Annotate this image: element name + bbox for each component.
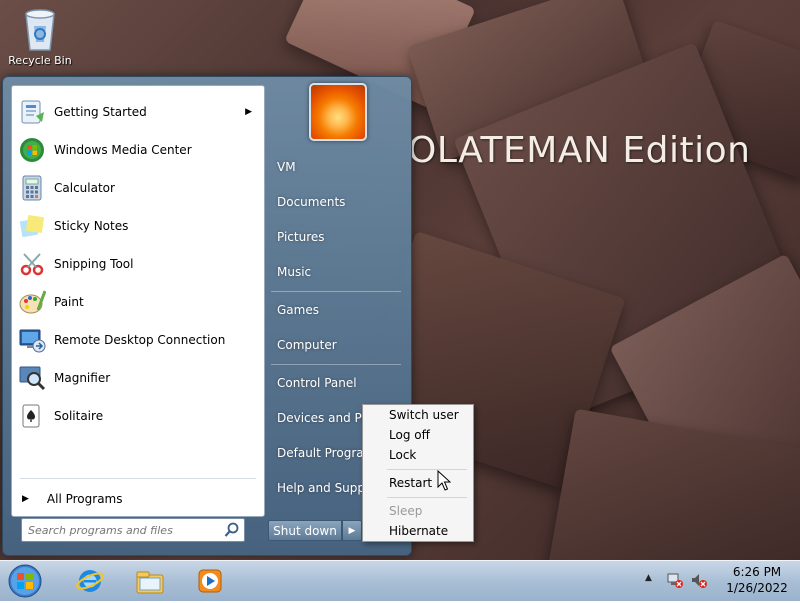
desktop-icon-recycle-bin[interactable]: Recycle Bin <box>6 6 74 67</box>
start-link-music[interactable]: Music <box>277 265 311 279</box>
program-item-calculator[interactable]: Calculator <box>12 170 264 206</box>
solitaire-icon <box>16 400 48 432</box>
divider <box>387 469 467 470</box>
menu-item-switch-user[interactable]: Switch user <box>389 408 459 422</box>
program-label: Paint <box>54 295 84 309</box>
calculator-icon <box>16 172 48 204</box>
recycle-bin-icon <box>20 6 60 52</box>
all-programs-button[interactable]: ▶ All Programs <box>12 486 264 512</box>
program-label: Snipping Tool <box>54 257 134 271</box>
all-programs-arrow-icon: ▶ <box>22 494 29 504</box>
taskbar-internet-explorer[interactable] <box>68 564 112 598</box>
program-item-paint[interactable]: Paint <box>12 284 264 320</box>
clock-date[interactable]: 1/26/2022 <box>722 581 792 595</box>
program-label: Remote Desktop Connection <box>54 333 226 347</box>
program-item-sticky-notes[interactable]: Sticky Notes <box>12 208 264 244</box>
getting-started-icon <box>16 96 48 128</box>
start-link-computer[interactable]: Computer <box>277 338 337 352</box>
search-box[interactable] <box>21 518 245 542</box>
show-hidden-icons-button[interactable]: ▲ <box>645 573 652 583</box>
program-item-magnifier[interactable]: Magnifier <box>12 360 264 396</box>
start-link-games[interactable]: Games <box>277 303 319 317</box>
program-item-snipping-tool[interactable]: Snipping Tool <box>12 246 264 282</box>
divider <box>271 291 401 292</box>
start-link-vm[interactable]: VM <box>277 160 296 174</box>
desktop-icon-label: Recycle Bin <box>8 54 72 67</box>
menu-item-restart[interactable]: Restart <box>389 476 432 490</box>
sticky-notes-icon <box>16 210 48 242</box>
program-label: Sticky Notes <box>54 219 129 233</box>
program-label: Calculator <box>54 181 115 195</box>
magnifier-icon <box>16 362 48 394</box>
program-label: Solitaire <box>54 409 104 423</box>
user-picture[interactable] <box>309 83 367 141</box>
windows-explorer-icon <box>136 571 164 594</box>
shutdown-options-button[interactable]: ▶ <box>342 520 362 541</box>
taskbar-windows-media-player[interactable] <box>188 564 232 598</box>
start-link-documents[interactable]: Documents <box>277 195 345 209</box>
wallpaper-text: OLATEMAN Edition <box>408 130 751 171</box>
divider <box>20 478 256 479</box>
all-programs-label: All Programs <box>46 492 123 506</box>
internet-explorer-icon <box>76 570 104 592</box>
start-link-pictures[interactable]: Pictures <box>277 230 325 244</box>
start-menu: Getting Started ▶ Windows Media Center C… <box>2 76 412 556</box>
menu-item-log-off[interactable]: Log off <box>389 428 430 442</box>
menu-item-sleep: Sleep <box>389 504 423 518</box>
submenu-arrow-icon: ▶ <box>245 107 252 117</box>
paint-icon <box>16 286 48 318</box>
menu-item-lock[interactable]: Lock <box>389 448 416 462</box>
program-item-remote-desktop[interactable]: Remote Desktop Connection <box>12 322 264 358</box>
start-button[interactable] <box>6 563 44 599</box>
program-label: Magnifier <box>54 371 111 385</box>
windows-media-player-icon <box>198 569 222 593</box>
start-link-control-panel[interactable]: Control Panel <box>277 376 357 390</box>
volume-muted-icon[interactable] <box>690 571 708 589</box>
program-label: Getting Started <box>54 105 147 119</box>
divider <box>387 497 467 498</box>
divider <box>271 364 401 365</box>
menu-item-hibernate[interactable]: Hibernate <box>389 524 448 538</box>
chevron-right-icon: ▶ <box>348 525 356 536</box>
taskbar: ▲ <box>0 560 800 601</box>
network-icon[interactable] <box>666 571 684 589</box>
program-item-windows-media-center[interactable]: Windows Media Center <box>12 132 264 168</box>
power-options-menu: Switch user Log off Lock Restart Sleep H… <box>362 404 474 542</box>
search-icon[interactable] <box>224 522 240 538</box>
program-item-solitaire[interactable]: Solitaire <box>12 398 264 434</box>
program-item-getting-started[interactable]: Getting Started ▶ <box>12 94 264 130</box>
mouse-cursor-icon <box>437 469 452 492</box>
clock-time[interactable]: 6:26 PM <box>722 565 792 579</box>
program-label: Windows Media Center <box>54 143 192 157</box>
windows-media-center-icon <box>16 134 48 166</box>
shutdown-button[interactable]: Shut down <box>268 520 342 541</box>
search-input[interactable] <box>22 519 220 542</box>
snipping-tool-icon <box>16 248 48 280</box>
programs-pane: Getting Started ▶ Windows Media Center C… <box>11 85 265 517</box>
remote-desktop-icon <box>16 324 48 356</box>
windows-logo-icon <box>8 564 42 598</box>
taskbar-windows-explorer[interactable] <box>128 564 172 598</box>
